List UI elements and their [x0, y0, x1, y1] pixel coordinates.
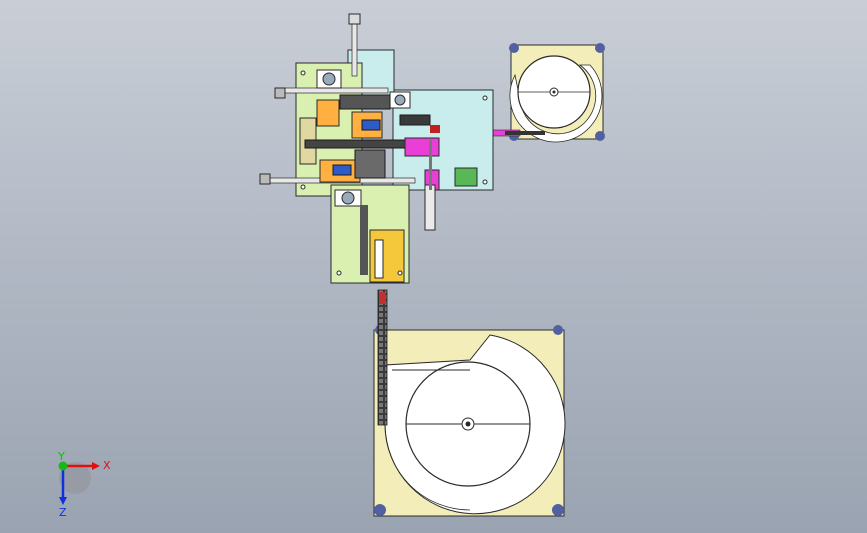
left-adjust-screw — [259, 173, 271, 185]
vertical-shaft — [429, 140, 432, 190]
bearing — [394, 94, 406, 106]
foot-pad — [552, 504, 564, 516]
main-mechanism — [259, 13, 494, 284]
foot-pad — [509, 43, 519, 53]
gripper-cluster — [339, 94, 391, 110]
mount-hole — [482, 95, 488, 101]
bottom-vibratory-feeder — [373, 325, 566, 517]
feed-track-end-block — [379, 292, 386, 304]
horizontal-feed-rail-inner — [505, 131, 545, 135]
mount-hole — [300, 70, 306, 76]
mount-hole — [397, 270, 403, 276]
upper-right-vibratory-feeder — [509, 43, 605, 143]
z-axis-label: Z — [59, 506, 67, 519]
gripper-cluster — [399, 114, 431, 126]
coordinate-triad: X Y Z — [57, 450, 111, 519]
x-axis-label: X — [103, 459, 111, 472]
gripper-cluster — [304, 139, 406, 149]
y-axis-label: Y — [57, 450, 65, 463]
mount-hole — [482, 179, 488, 185]
z-axis-arrowhead — [59, 497, 67, 505]
dark-plate-detail — [360, 205, 368, 275]
x-axis-arrowhead — [92, 462, 100, 470]
foot-pad — [595, 43, 605, 53]
bearing — [341, 191, 355, 205]
red-block — [430, 125, 440, 133]
mount-hole — [300, 184, 306, 190]
mount-hole — [336, 270, 342, 276]
magenta-actuator — [404, 137, 440, 157]
vertical-rail — [351, 15, 358, 77]
blue-clamp — [332, 164, 352, 176]
foot-pad — [553, 325, 563, 335]
upper-bowl-hub-bolt — [552, 90, 556, 94]
foot-pad — [595, 131, 605, 141]
foot-pad — [374, 504, 386, 516]
blue-clamp — [361, 119, 381, 131]
left-adjust-screw — [274, 87, 286, 99]
horizontal-rail — [279, 87, 389, 94]
top-cylinder — [348, 13, 361, 25]
bearing — [322, 72, 336, 86]
cam-assembly — [316, 99, 340, 127]
pneumatic-cylinder — [424, 184, 436, 231]
assembly-drawing[interactable]: X Y Z — [0, 0, 867, 533]
bowl-hub-bolt — [465, 421, 471, 427]
linear-feed-track — [377, 289, 388, 426]
gripper-cluster — [354, 149, 386, 179]
cad-viewport[interactable]: X Y Z — [0, 0, 867, 533]
green-slider — [454, 167, 478, 187]
yellow-slide-slot — [374, 239, 384, 279]
